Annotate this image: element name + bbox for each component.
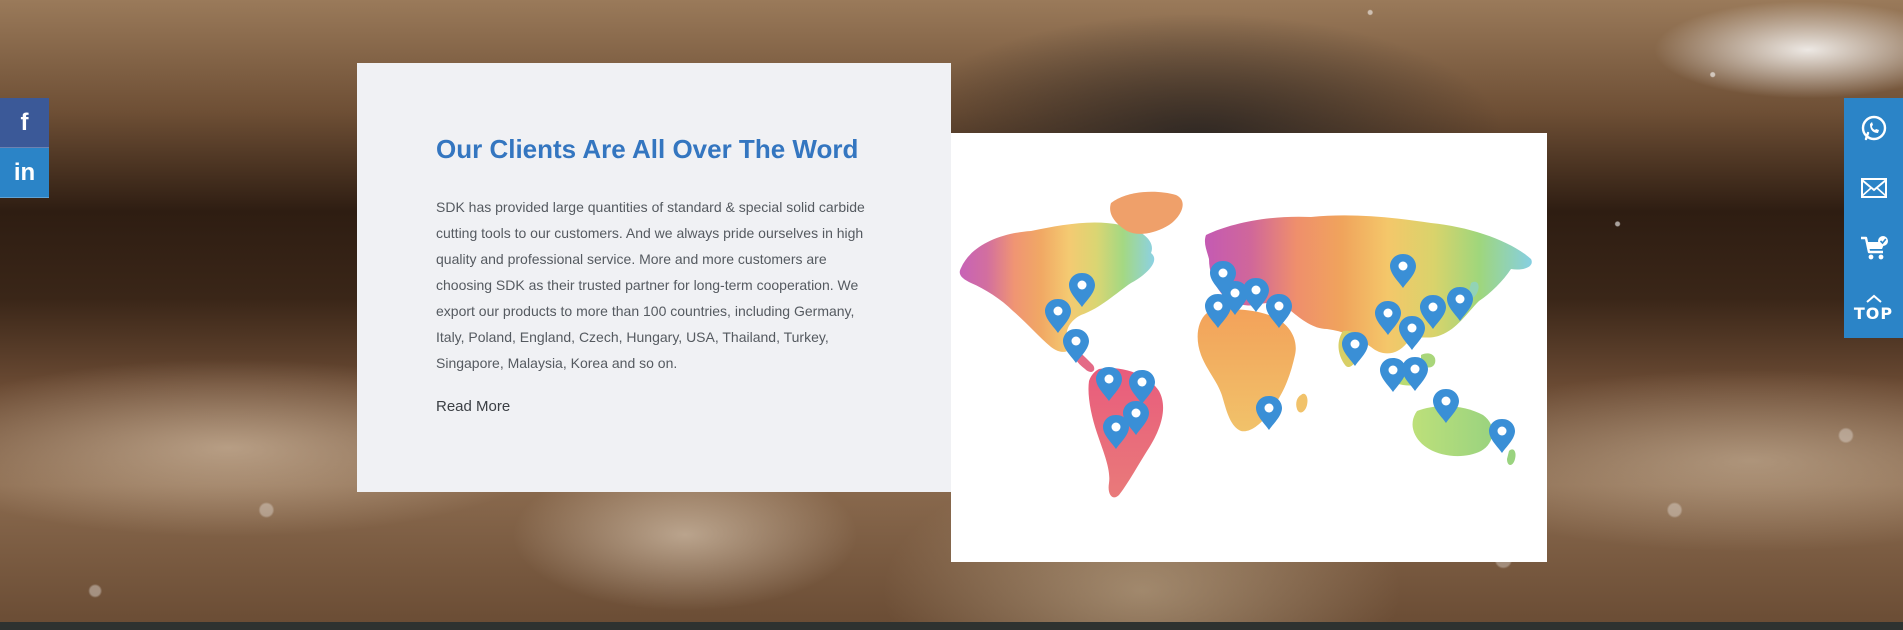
cart-icon xyxy=(1859,234,1889,262)
whatsapp-icon xyxy=(1860,114,1888,142)
email-icon xyxy=(1860,177,1888,199)
world-map-panel xyxy=(951,133,1547,562)
facebook-button[interactable]: f xyxy=(0,98,49,148)
utility-rail: TOP xyxy=(1844,98,1903,338)
clients-info-card: Our Clients Are All Over The Word SDK ha… xyxy=(357,63,951,492)
back-to-top-button[interactable]: TOP xyxy=(1844,278,1903,338)
back-to-top-label: TOP xyxy=(1853,304,1894,323)
chevron-up-icon xyxy=(1865,294,1883,304)
facebook-icon: f xyxy=(20,108,29,136)
world-map-illustration xyxy=(959,191,1532,498)
linkedin-button[interactable]: in xyxy=(0,148,49,198)
email-button[interactable] xyxy=(1844,158,1903,218)
whatsapp-button[interactable] xyxy=(1844,98,1903,158)
social-share-rail: f in xyxy=(0,98,49,198)
cart-button[interactable] xyxy=(1844,218,1903,278)
footer-edge xyxy=(0,622,1903,630)
read-more-link[interactable]: Read More xyxy=(436,398,510,415)
section-title: Our Clients Are All Over The Word xyxy=(436,134,859,164)
linkedin-icon: in xyxy=(13,158,36,186)
section-description: SDK has provided large quantities of sta… xyxy=(436,199,865,371)
